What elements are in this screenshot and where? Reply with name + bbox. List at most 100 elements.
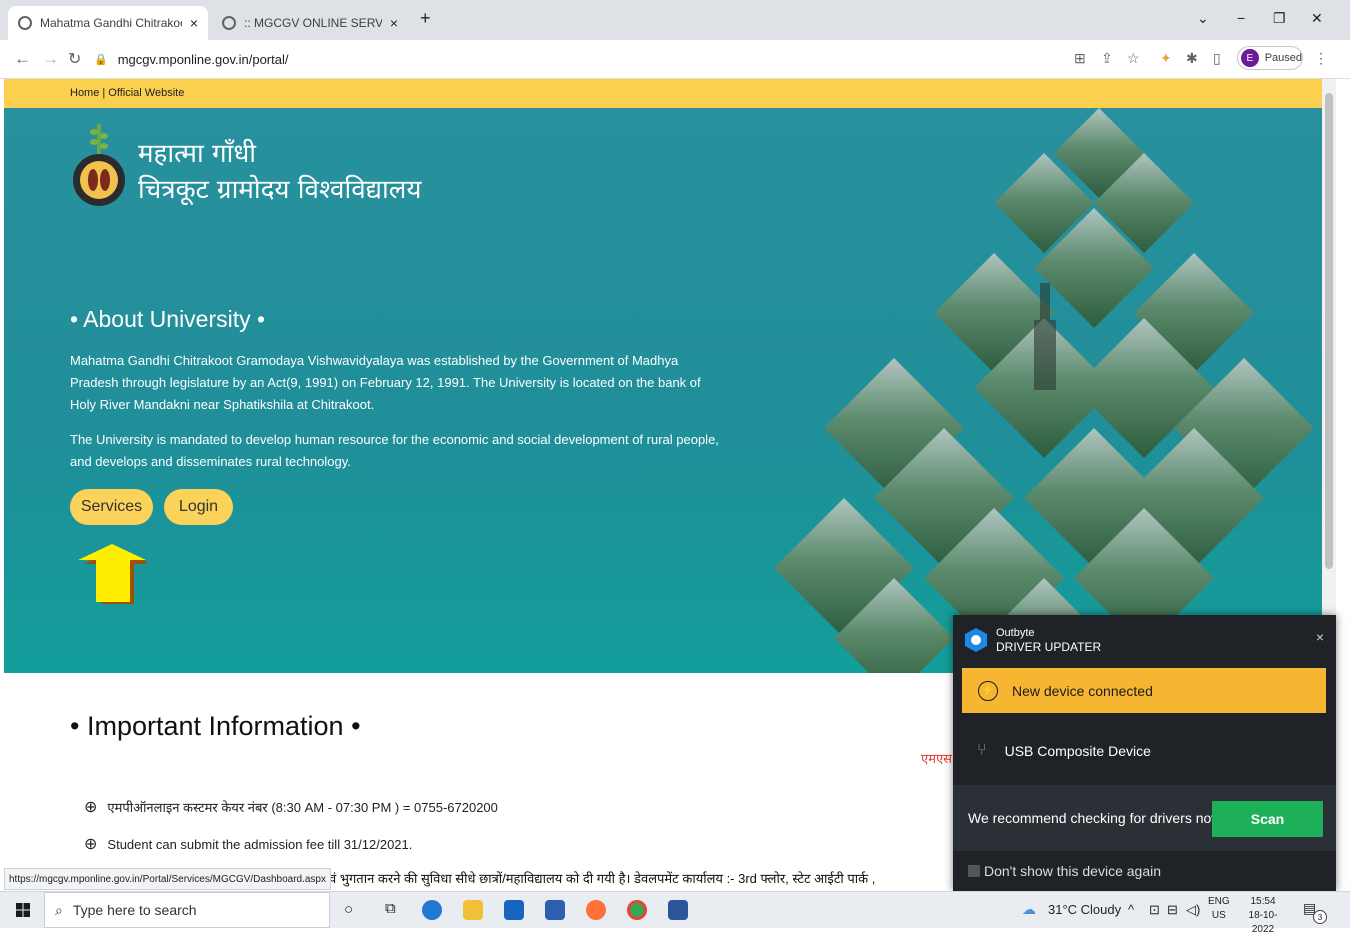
mail-icon[interactable] bbox=[504, 900, 524, 920]
browser-menu-icon[interactable]: ⋮ bbox=[1314, 50, 1328, 67]
tab-title: Mahatma Gandhi Chitrakoot Gra bbox=[40, 16, 182, 30]
network-icon[interactable]: ⊟ bbox=[1167, 902, 1178, 918]
search-placeholder: Type here to search bbox=[72, 902, 197, 918]
device-row: ⑂ USB Composite Device bbox=[953, 719, 1336, 783]
chrome-icon[interactable] bbox=[627, 900, 647, 920]
side-panel-icon[interactable]: ▯ bbox=[1213, 50, 1221, 67]
word-icon[interactable] bbox=[668, 900, 688, 920]
share-icon[interactable]: ⇪ bbox=[1101, 50, 1113, 67]
tray-app-icon[interactable]: ⊡ bbox=[1149, 902, 1160, 918]
recommend-text: We recommend checking for drivers now bbox=[968, 810, 1222, 826]
reload-icon[interactable]: ↻ bbox=[68, 49, 81, 69]
windows-start-icon[interactable] bbox=[16, 903, 30, 917]
new-tab-button[interactable]: + bbox=[420, 8, 431, 29]
brand-line-1: Outbyte bbox=[996, 627, 1035, 639]
cortana-icon[interactable]: ○ bbox=[344, 901, 353, 918]
notification-center-icon[interactable]: ▤ 3 bbox=[1303, 900, 1327, 924]
windows-taskbar: ⌕ Type here to search ○ ⧉ ☁ 31°C Cloudy … bbox=[0, 891, 1350, 935]
info-text: एमपीऑनलाइन कस्टमर केयर नंबर (8:30 AM - 0… bbox=[107, 800, 498, 815]
address-bar[interactable]: 🔒 mgcgv.mponline.gov.in/portal/ bbox=[94, 45, 1054, 73]
globe-icon bbox=[222, 16, 236, 30]
login-button[interactable]: Login bbox=[164, 489, 233, 525]
globe-icon bbox=[18, 16, 32, 30]
language-indicator[interactable]: ENG US bbox=[1208, 895, 1230, 923]
university-name-hindi-line1: महात्मा गाँधी bbox=[138, 139, 257, 169]
about-heading: • About University • bbox=[70, 306, 266, 332]
dont-show-label: Don't show this device again bbox=[984, 863, 1161, 879]
volume-icon[interactable]: ◁) bbox=[1186, 902, 1200, 918]
info-item[interactable]: ⊕ एमपीऑनलाइन कस्टमर केयर नंबर (8:30 AM -… bbox=[84, 797, 498, 817]
tab-search-chevron-icon[interactable]: ⌄ bbox=[1197, 10, 1209, 27]
popup-brand: Outbyte DRIVER UPDATER bbox=[996, 626, 1101, 654]
magnifier-info-icon: ⊕ bbox=[84, 836, 98, 853]
brand-line-2: DRIVER UPDATER bbox=[996, 640, 1102, 654]
info-text: Student can submit the admission fee til… bbox=[107, 836, 413, 852]
minimize-icon[interactable]: − bbox=[1237, 10, 1245, 26]
campus-photo-collage bbox=[774, 108, 1314, 673]
ticker-text: वं भुगतान करने की सुविधा सीधे छात्रों/मह… bbox=[329, 871, 876, 886]
status-bar-url: https://mgcgv.mponline.gov.in/Portal/Ser… bbox=[4, 868, 331, 890]
tab-mgcgv-online-services[interactable]: :: MGCGV ONLINE SERVICES :: × bbox=[212, 6, 408, 40]
clock-date: 18-10-2022 bbox=[1248, 910, 1278, 935]
top-links[interactable]: Home | Official Website bbox=[70, 87, 184, 99]
checkbox-icon bbox=[968, 865, 980, 877]
tab-close-icon[interactable]: × bbox=[190, 15, 198, 31]
forward-arrow-icon[interactable]: → bbox=[42, 49, 59, 69]
hero-section: महात्मा गाँधी चित्रकूट ग्रामोदय विश्वविद… bbox=[4, 108, 1322, 673]
about-paragraph-2: The University is mandated to develop hu… bbox=[70, 432, 719, 469]
translate-icon[interactable]: ⊞ bbox=[1074, 50, 1086, 67]
edge-icon[interactable] bbox=[422, 900, 442, 920]
magnifier-info-icon: ⊕ bbox=[84, 799, 98, 816]
services-button[interactable]: Services bbox=[70, 489, 153, 525]
university-logo bbox=[73, 124, 125, 206]
site-top-bar: Home | Official Website bbox=[4, 79, 1322, 108]
url-text: mgcgv.mponline.gov.in/portal/ bbox=[117, 51, 289, 67]
lang-bottom: US bbox=[1211, 910, 1226, 921]
popup-close-icon[interactable]: × bbox=[1316, 629, 1324, 645]
weather-cloud-icon: ☁ bbox=[1022, 901, 1036, 917]
profile-button[interactable]: E Paused bbox=[1237, 46, 1303, 70]
clock[interactable]: 15:54 18-10-2022 bbox=[1238, 895, 1288, 937]
alert-text: New device connected bbox=[1012, 682, 1153, 699]
scrollbar-thumb[interactable] bbox=[1325, 93, 1333, 569]
task-view-icon[interactable]: ⧉ bbox=[385, 900, 396, 917]
restore-icon[interactable]: ❐ bbox=[1273, 10, 1286, 27]
lock-icon: 🔒 bbox=[94, 53, 108, 66]
about-paragraph-1: Mahatma Gandhi Chitrakoot Gramodaya Vish… bbox=[70, 353, 701, 412]
lightning-icon: ⚡ bbox=[978, 680, 998, 701]
dont-show-checkbox[interactable]: Don't show this device again bbox=[968, 863, 1161, 879]
tab-title: :: MGCGV ONLINE SERVICES :: bbox=[244, 16, 382, 30]
store-icon[interactable] bbox=[545, 900, 565, 920]
device-name: USB Composite Device bbox=[1004, 743, 1151, 759]
file-explorer-icon[interactable] bbox=[463, 900, 483, 920]
avatar: E bbox=[1241, 49, 1259, 67]
driver-updater-popup: Outbyte DRIVER UPDATER × ⚡ New device co… bbox=[953, 615, 1336, 891]
search-icon: ⌕ bbox=[55, 901, 63, 918]
weather-text[interactable]: 31°C Cloudy bbox=[1048, 902, 1121, 917]
window-close-icon[interactable]: ✕ bbox=[1311, 10, 1323, 27]
scan-button[interactable]: Scan bbox=[1212, 801, 1323, 837]
browser-toolbar: ← → ↻ 🔒 mgcgv.mponline.gov.in/portal/ ⊞ … bbox=[0, 40, 1350, 79]
clock-time: 15:54 bbox=[1250, 896, 1276, 907]
tab-mgcgv-home[interactable]: Mahatma Gandhi Chitrakoot Gra × bbox=[8, 6, 208, 40]
firefox-icon[interactable] bbox=[586, 900, 606, 920]
tab-close-icon[interactable]: × bbox=[390, 15, 398, 31]
extensions-puzzle-icon[interactable]: ✱ bbox=[1186, 50, 1198, 67]
usb-icon: ⑂ bbox=[977, 742, 987, 759]
back-arrow-icon[interactable]: ← bbox=[14, 49, 31, 69]
browser-tab-strip: Mahatma Gandhi Chitrakoot Gra × :: MGCGV… bbox=[0, 0, 1350, 40]
new-device-alert: ⚡ New device connected bbox=[962, 668, 1326, 713]
notification-badge: 3 bbox=[1313, 910, 1327, 924]
taskbar-search-box[interactable]: ⌕ Type here to search bbox=[44, 892, 330, 928]
profile-status: Paused bbox=[1264, 52, 1302, 64]
arrow-up-icon bbox=[78, 544, 146, 604]
bookmark-star-icon[interactable]: ☆ bbox=[1127, 50, 1140, 67]
important-info-heading: • Important Information • bbox=[70, 711, 361, 741]
info-item[interactable]: ⊕ Student can submit the admission fee t… bbox=[84, 834, 412, 854]
recommendation-row: We recommend checking for drivers now Sc… bbox=[953, 785, 1336, 851]
outbyte-logo-icon bbox=[965, 628, 987, 652]
red-ticker-text: एमएस bbox=[921, 751, 952, 766]
university-name-hindi-line2: चित्रकूट ग्रामोदय विश्वविद्यालय bbox=[138, 175, 422, 205]
tray-chevron-up-icon[interactable]: ^ bbox=[1128, 902, 1134, 917]
extension-sparkle-icon[interactable]: ✦ bbox=[1160, 50, 1172, 67]
